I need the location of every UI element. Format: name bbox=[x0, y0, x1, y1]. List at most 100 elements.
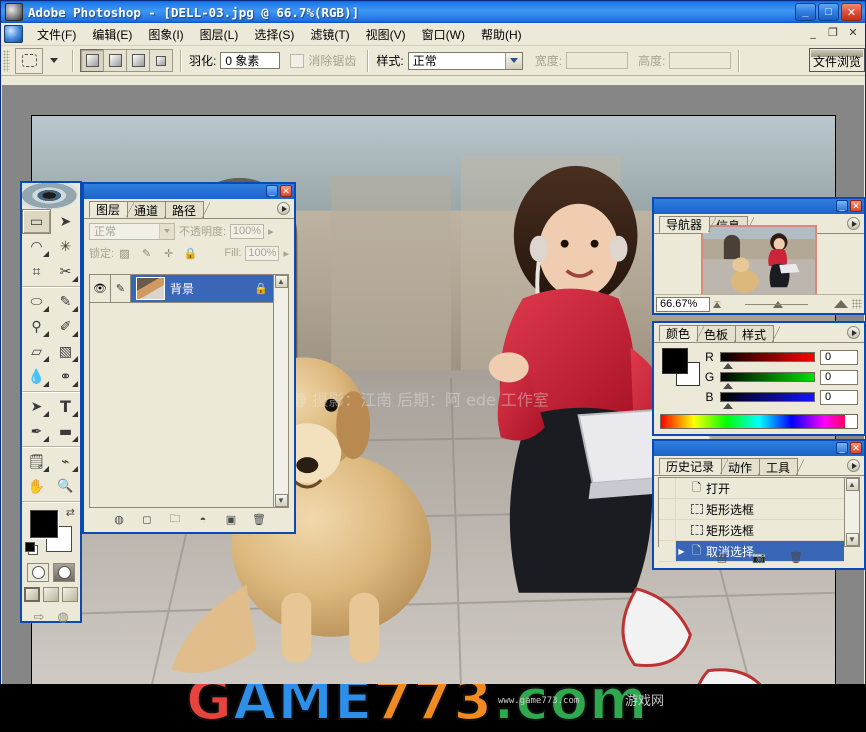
close-button[interactable]: ✕ bbox=[841, 3, 862, 21]
maximize-button[interactable]: □ bbox=[818, 3, 839, 21]
layers-panel-menu-icon[interactable] bbox=[277, 202, 290, 215]
tool-preset-chevron-down-icon[interactable] bbox=[50, 58, 58, 63]
fullscreen-mode-button[interactable] bbox=[62, 587, 78, 602]
layer-name[interactable]: 背景 bbox=[170, 280, 254, 297]
navigator-thumbnail[interactable] bbox=[701, 225, 817, 301]
swap-colors-icon[interactable]: ⇄ bbox=[66, 506, 75, 519]
new-selection-button[interactable] bbox=[80, 49, 104, 72]
tool-history-brush[interactable]: ✐ bbox=[51, 314, 80, 339]
tool-magic-wand[interactable]: ✳ bbox=[51, 234, 80, 259]
lock-image-icon[interactable]: ✎ bbox=[140, 247, 153, 260]
layer-style-icon[interactable]: ◍ bbox=[112, 512, 127, 527]
lock-all-icon[interactable]: 🔒 bbox=[184, 247, 198, 260]
tool-clone-stamp[interactable]: ⚲ bbox=[22, 314, 51, 339]
current-tool-icon[interactable] bbox=[15, 47, 43, 74]
table-row[interactable]: 👁 ✎ 背景 🔒 bbox=[90, 275, 273, 303]
menu-layer[interactable]: 图层(L) bbox=[192, 24, 247, 45]
minimize-button[interactable]: _ bbox=[795, 3, 816, 21]
green-slider-handle[interactable] bbox=[723, 383, 733, 389]
new-layer-icon[interactable]: ▣ bbox=[224, 512, 239, 527]
layers-panel-titlebar[interactable]: _ ✕ bbox=[84, 184, 294, 199]
tab-styles[interactable]: 样式 bbox=[735, 325, 781, 342]
tool-brush[interactable]: ✎ bbox=[51, 289, 80, 314]
tool-zoom[interactable]: 🔍 bbox=[51, 474, 80, 499]
add-selection-button[interactable] bbox=[103, 49, 127, 72]
feather-input[interactable]: 0 象素 bbox=[220, 52, 281, 69]
width-input[interactable] bbox=[566, 52, 629, 69]
color-spectrum-ramp[interactable] bbox=[660, 414, 858, 429]
tool-slice[interactable]: ✂ bbox=[51, 259, 80, 284]
default-colors-icon[interactable] bbox=[25, 542, 38, 555]
foreground-color-swatch[interactable] bbox=[30, 510, 58, 538]
history-panel-titlebar[interactable]: _ ✕ bbox=[654, 441, 864, 456]
file-browser-button[interactable]: 文件浏览 bbox=[809, 48, 865, 72]
green-value-input[interactable]: 0 bbox=[820, 369, 858, 385]
tool-rectangular-marquee[interactable]: ▭ bbox=[22, 209, 51, 234]
tool-pen[interactable]: ✒ bbox=[22, 419, 51, 444]
mdi-restore-button[interactable]: ❐ bbox=[825, 25, 841, 40]
tool-move[interactable]: ➤ bbox=[51, 209, 80, 234]
tool-eyedropper[interactable]: ⌁ bbox=[51, 449, 80, 474]
navigator-zoom-input[interactable]: 66.67% bbox=[656, 296, 710, 312]
navigator-panel-menu-icon[interactable] bbox=[847, 217, 860, 230]
fullscreen-menubar-mode-button[interactable] bbox=[43, 587, 59, 602]
intersect-selection-button[interactable] bbox=[149, 49, 173, 72]
blue-slider[interactable] bbox=[720, 392, 815, 409]
history-panel-menu-icon[interactable] bbox=[847, 459, 860, 472]
scroll-up-button[interactable]: ▲ bbox=[274, 275, 288, 288]
new-snapshot-icon[interactable]: 📷 bbox=[752, 550, 767, 565]
mdi-minimize-button[interactable]: _ bbox=[805, 25, 821, 40]
menu-file[interactable]: 文件(F) bbox=[29, 24, 84, 45]
new-document-from-state-icon[interactable]: ▤ bbox=[715, 550, 730, 565]
lock-position-icon[interactable]: ✛ bbox=[162, 247, 175, 260]
layers-minimize-button[interactable]: _ bbox=[266, 185, 278, 197]
tool-rectangle-shape[interactable]: ▬ bbox=[51, 419, 80, 444]
scroll-down-button[interactable]: ▼ bbox=[274, 494, 288, 507]
layers-scrollbar[interactable]: ▲ ▼ bbox=[273, 275, 288, 507]
snapshot-toggle[interactable] bbox=[659, 478, 676, 498]
height-input[interactable] bbox=[669, 52, 732, 69]
white-black-swatch[interactable] bbox=[845, 415, 857, 428]
blend-mode-select[interactable]: 正常 bbox=[89, 222, 175, 240]
tab-paths[interactable]: 路径 bbox=[165, 201, 211, 218]
tool-type[interactable]: T bbox=[51, 394, 80, 419]
tool-hand[interactable]: ✋ bbox=[22, 474, 51, 499]
jump-to-imageready-icon[interactable]: ⇨ bbox=[29, 608, 49, 626]
tab-layers[interactable]: 图层 bbox=[89, 201, 135, 218]
zoom-out-icon[interactable] bbox=[713, 300, 721, 308]
standard-mode-button[interactable] bbox=[27, 563, 49, 582]
mdi-close-button[interactable]: ✕ bbox=[845, 25, 861, 40]
delete-layer-icon[interactable]: 🗑 bbox=[252, 512, 267, 527]
tool-gradient[interactable]: ▧ bbox=[51, 339, 80, 364]
fill-stepper-icon[interactable]: ▸ bbox=[283, 247, 289, 260]
red-slider[interactable] bbox=[720, 352, 815, 369]
layer-mask-icon[interactable]: ◻ bbox=[140, 512, 155, 527]
foreground-color-swatch[interactable] bbox=[662, 348, 688, 374]
tool-dodge[interactable]: ⚭ bbox=[51, 364, 80, 389]
blue-value-input[interactable]: 0 bbox=[820, 389, 858, 405]
tool-blur[interactable]: 💧 bbox=[22, 364, 51, 389]
tool-eraser[interactable]: ▱ bbox=[22, 339, 51, 364]
menu-window[interactable]: 窗口(W) bbox=[414, 24, 473, 45]
list-item[interactable]: 矩形选框 bbox=[659, 499, 844, 520]
menu-filter[interactable]: 滤镜(T) bbox=[302, 24, 357, 45]
subtract-selection-button[interactable] bbox=[126, 49, 150, 72]
opacity-input[interactable]: 100% bbox=[230, 223, 265, 239]
zoom-in-icon[interactable] bbox=[834, 300, 848, 308]
standard-screen-mode-button[interactable] bbox=[24, 587, 40, 602]
quickmask-mode-button[interactable] bbox=[53, 563, 75, 582]
delete-state-icon[interactable]: 🗑 bbox=[789, 550, 804, 565]
tab-tools[interactable]: 工具 bbox=[759, 458, 805, 475]
tool-crop[interactable]: ⌗ bbox=[22, 259, 51, 284]
green-slider[interactable] bbox=[720, 372, 815, 389]
history-close-button[interactable]: ✕ bbox=[850, 442, 862, 454]
lock-transparency-icon[interactable]: ▨ bbox=[118, 247, 131, 260]
history-minimize-button[interactable]: _ bbox=[836, 442, 848, 454]
scroll-down-button[interactable]: ▼ bbox=[845, 533, 859, 546]
style-select[interactable]: 正常 bbox=[407, 51, 523, 70]
red-value-input[interactable]: 0 bbox=[820, 349, 858, 365]
tool-path-selection[interactable]: ➤ bbox=[22, 394, 51, 419]
red-slider-handle[interactable] bbox=[723, 363, 733, 369]
tab-color[interactable]: 颜色 bbox=[659, 325, 705, 342]
snapshot-toggle[interactable] bbox=[659, 499, 676, 519]
